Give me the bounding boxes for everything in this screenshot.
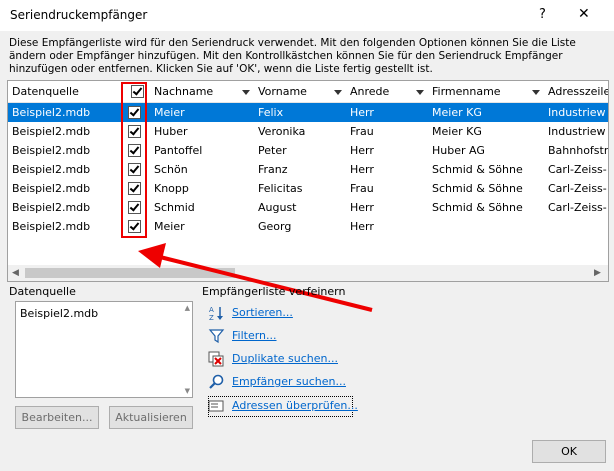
table-cell: Franz (258, 163, 288, 176)
chevron-down-icon[interactable] (334, 90, 342, 95)
scroll-up-icon[interactable]: ▲ (185, 304, 190, 312)
header-label: Vorname (258, 85, 307, 98)
table-cell: Beispiel2.mdb (12, 163, 91, 176)
table-cell: Felicitas (258, 182, 303, 195)
find-recipient-link[interactable]: Empfänger suchen... (232, 375, 346, 388)
filter-icon (208, 329, 225, 344)
filter-link[interactable]: Filtern... (232, 329, 277, 342)
scrollbar-thumb[interactable] (25, 268, 235, 278)
table-cell: Frau (350, 125, 374, 138)
table-row[interactable]: Beispiel2.mdb Meier Georg Herr (8, 217, 608, 236)
table-cell: Meier (154, 220, 185, 233)
header-label: Datenquelle (12, 85, 79, 98)
help-button[interactable]: ? (539, 7, 546, 22)
table-cell: Pantoffel (154, 144, 203, 157)
header-label: Anrede (350, 85, 390, 98)
table-cell: Beispiel2.mdb (12, 144, 91, 157)
header-label: Firmenname (432, 85, 501, 98)
scroll-right-icon[interactable]: ▶ (594, 268, 601, 278)
table-row[interactable]: Beispiel2.mdb Knopp Felicitas Frau Schmid & … (8, 179, 608, 198)
scroll-left-icon[interactable]: ◀ (12, 268, 19, 278)
table-cell: Georg (258, 220, 292, 233)
table-cell: Huber (154, 125, 188, 138)
table-cell: Schmid & Söhne (432, 163, 523, 176)
table-cell: Carl-Zeiss- (548, 201, 607, 214)
table-cell: Herr (350, 106, 374, 119)
table-cell: Beispiel2.mdb (12, 201, 91, 214)
duplicates-icon (208, 351, 224, 367)
table-cell: Herr (350, 144, 374, 157)
table-cell: Carl-Zeiss- (548, 182, 607, 195)
svg-text:Z: Z (209, 314, 214, 321)
table-cell: Schmid & Söhne (432, 182, 523, 195)
chevron-down-icon[interactable] (416, 90, 424, 95)
checkbox-highlight-box (121, 82, 147, 238)
table-row[interactable]: Beispiel2.mdb Meier Felix Herr Meier KG Indus… (8, 103, 608, 122)
header-datenquelle[interactable]: Datenquelle (8, 81, 125, 103)
close-icon[interactable]: ✕ (578, 6, 590, 22)
header-adresszeile[interactable]: Adresszeile (544, 81, 609, 103)
table-cell: Beispiel2.mdb (12, 125, 91, 138)
refine-label: Empfängerliste verfeinern (202, 285, 346, 298)
header-firmenname[interactable]: Firmenname (428, 81, 545, 103)
table-cell: Industriew (548, 106, 606, 119)
recipient-table: Datenquelle Nachname Vorname Anrede Firm… (7, 80, 609, 282)
table-cell: Peter (258, 144, 287, 157)
list-item[interactable]: Beispiel2.mdb (20, 307, 98, 320)
table-cell: Carl-Zeiss- (548, 163, 607, 176)
table-cell: Knopp (154, 182, 189, 195)
datenquelle-label: Datenquelle (9, 285, 76, 298)
header-anrede[interactable]: Anrede (346, 81, 429, 103)
datenquelle-list[interactable]: Beispiel2.mdb ▲ ▼ (15, 301, 193, 398)
table-cell: Bahnhofstr (548, 144, 608, 157)
refresh-button[interactable]: Aktualisieren (109, 406, 193, 429)
table-cell: Frau (350, 182, 374, 195)
table-cell: Schmid & Söhne (432, 201, 523, 214)
header-vorname[interactable]: Vorname (254, 81, 347, 103)
table-cell: Herr (350, 220, 374, 233)
chevron-down-icon[interactable] (532, 90, 540, 95)
header-label: Nachname (154, 85, 214, 98)
table-cell: Herr (350, 163, 374, 176)
description-text: Diese Empfängerliste wird für den Serien… (9, 37, 576, 75)
table-cell: Felix (258, 106, 284, 119)
table-row[interactable]: Beispiel2.mdb Huber Veronika Frau Meier KG In… (8, 122, 608, 141)
table-row[interactable]: Beispiel2.mdb Pantoffel Peter Herr Huber AG B… (8, 141, 608, 160)
table-cell: Meier KG (432, 125, 482, 138)
svg-text:A: A (209, 306, 214, 314)
ok-button[interactable]: OK (532, 440, 606, 463)
sort-icon: A Z (209, 306, 223, 321)
table-cell: Schmid (154, 201, 195, 214)
table-cell: Veronika (258, 125, 306, 138)
chevron-down-icon[interactable] (242, 90, 250, 95)
table-cell: Beispiel2.mdb (12, 220, 91, 233)
duplicates-link[interactable]: Duplikate suchen... (232, 352, 338, 365)
sort-link[interactable]: Sortieren... (232, 306, 293, 319)
header-label: Adresszeile (548, 85, 609, 98)
table-cell: Beispiel2.mdb (12, 106, 91, 119)
table-cell: August (258, 201, 297, 214)
header-nachname[interactable]: Nachname (150, 81, 255, 103)
window-title: Seriendruckempfänger (10, 8, 148, 22)
edit-button[interactable]: Bearbeiten... (15, 406, 99, 429)
table-cell: Meier (154, 106, 185, 119)
table-row[interactable]: Beispiel2.mdb Schön Franz Herr Schmid & Söhn… (8, 160, 608, 179)
table-cell: Herr (350, 201, 374, 214)
table-cell: Meier KG (432, 106, 482, 119)
table-row[interactable]: Beispiel2.mdb Schmid August Herr Schmid & Sö… (8, 198, 608, 217)
table-cell: Beispiel2.mdb (12, 182, 91, 195)
table-cell: Huber AG (432, 144, 485, 157)
horizontal-scrollbar[interactable]: ◀ ▶ (8, 265, 608, 281)
scroll-down-icon[interactable]: ▼ (185, 387, 190, 395)
validate-addresses-link[interactable]: Adressen überprüfen... (232, 399, 358, 412)
table-cell: Schön (154, 163, 188, 176)
search-icon (209, 374, 224, 389)
table-cell: Industriew (548, 125, 606, 138)
